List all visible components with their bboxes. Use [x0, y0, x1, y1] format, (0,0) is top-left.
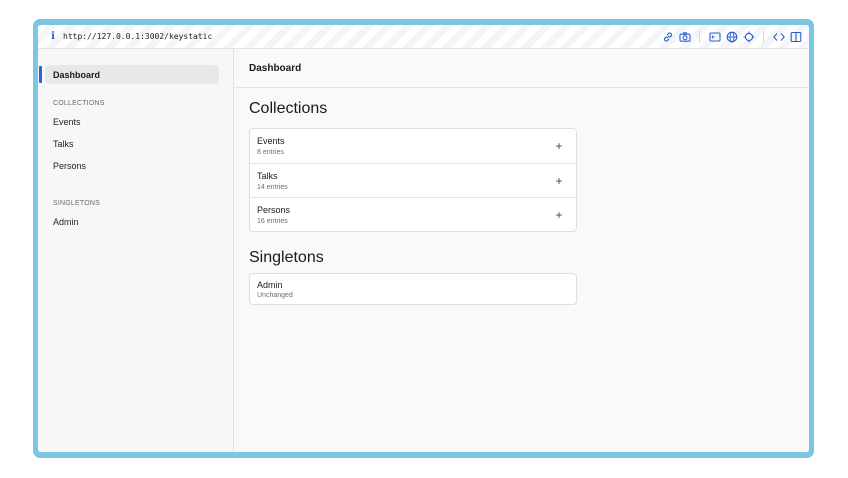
- crosshair-icon[interactable]: [742, 30, 756, 44]
- collection-entry-count: 14 entries: [257, 184, 288, 191]
- sidebar-item-admin[interactable]: Admin: [53, 216, 79, 228]
- main-header: Dashboard: [234, 49, 809, 88]
- toolbar-divider: [763, 31, 764, 43]
- split-panel-icon[interactable]: [789, 30, 803, 44]
- singletons-card: Admin Unchanged: [249, 273, 577, 305]
- singleton-row-admin[interactable]: Admin Unchanged: [250, 274, 576, 304]
- collection-entry-count: 8 entries: [257, 149, 284, 156]
- info-icon[interactable]: i: [48, 30, 58, 44]
- browser-window: i http://127.0.0.1:3002/keystatic Dashbo…: [38, 25, 809, 452]
- add-entry-button[interactable]: +: [552, 139, 566, 153]
- collections-heading: Collections: [249, 100, 328, 117]
- link-icon[interactable]: [661, 30, 675, 44]
- sidebar-item-dashboard[interactable]: Dashboard: [45, 65, 219, 84]
- url-text[interactable]: http://127.0.0.1:3002/keystatic: [63, 31, 212, 43]
- singleton-status: Unchanged: [257, 292, 293, 299]
- collections-card: Events 8 entries + Talks 14 entries + Pe…: [249, 128, 577, 232]
- sidebar: Dashboard COLLECTIONS Events Talks Perso…: [38, 49, 234, 452]
- collection-entry-count: 16 entries: [257, 218, 288, 225]
- terminal-icon[interactable]: [708, 30, 722, 44]
- sidebar-item-label: Dashboard: [53, 70, 101, 80]
- sidebar-section-singletons: SINGLETONS: [53, 200, 100, 207]
- singleton-name: Admin: [257, 280, 283, 290]
- sidebar-item-events[interactable]: Events: [53, 116, 81, 128]
- collection-name: Talks: [257, 171, 278, 181]
- collection-row-talks[interactable]: Talks 14 entries +: [250, 163, 576, 197]
- main-content: Dashboard Collections Events 8 entries +…: [234, 49, 809, 452]
- collection-row-events[interactable]: Events 8 entries +: [250, 129, 576, 163]
- collection-name: Events: [257, 136, 285, 146]
- address-bar[interactable]: i http://127.0.0.1:3002/keystatic: [38, 25, 809, 49]
- collection-name: Persons: [257, 205, 291, 215]
- camera-icon[interactable]: [678, 30, 692, 44]
- active-indicator: [39, 66, 42, 83]
- add-entry-button[interactable]: +: [552, 174, 566, 188]
- collection-row-persons[interactable]: Persons 16 entries +: [250, 197, 576, 231]
- sidebar-item-persons[interactable]: Persons: [53, 160, 86, 172]
- add-entry-button[interactable]: +: [552, 208, 566, 222]
- browser-toolbar: [658, 30, 803, 44]
- globe-icon[interactable]: [725, 30, 739, 44]
- code-icon[interactable]: [772, 30, 786, 44]
- browser-frame: i http://127.0.0.1:3002/keystatic Dashbo…: [33, 19, 814, 458]
- page-title: Dashboard: [249, 63, 302, 74]
- sidebar-section-collections: COLLECTIONS: [53, 100, 105, 107]
- singletons-heading: Singletons: [249, 249, 324, 266]
- toolbar-divider: [699, 31, 700, 43]
- sidebar-item-talks[interactable]: Talks: [53, 138, 74, 150]
